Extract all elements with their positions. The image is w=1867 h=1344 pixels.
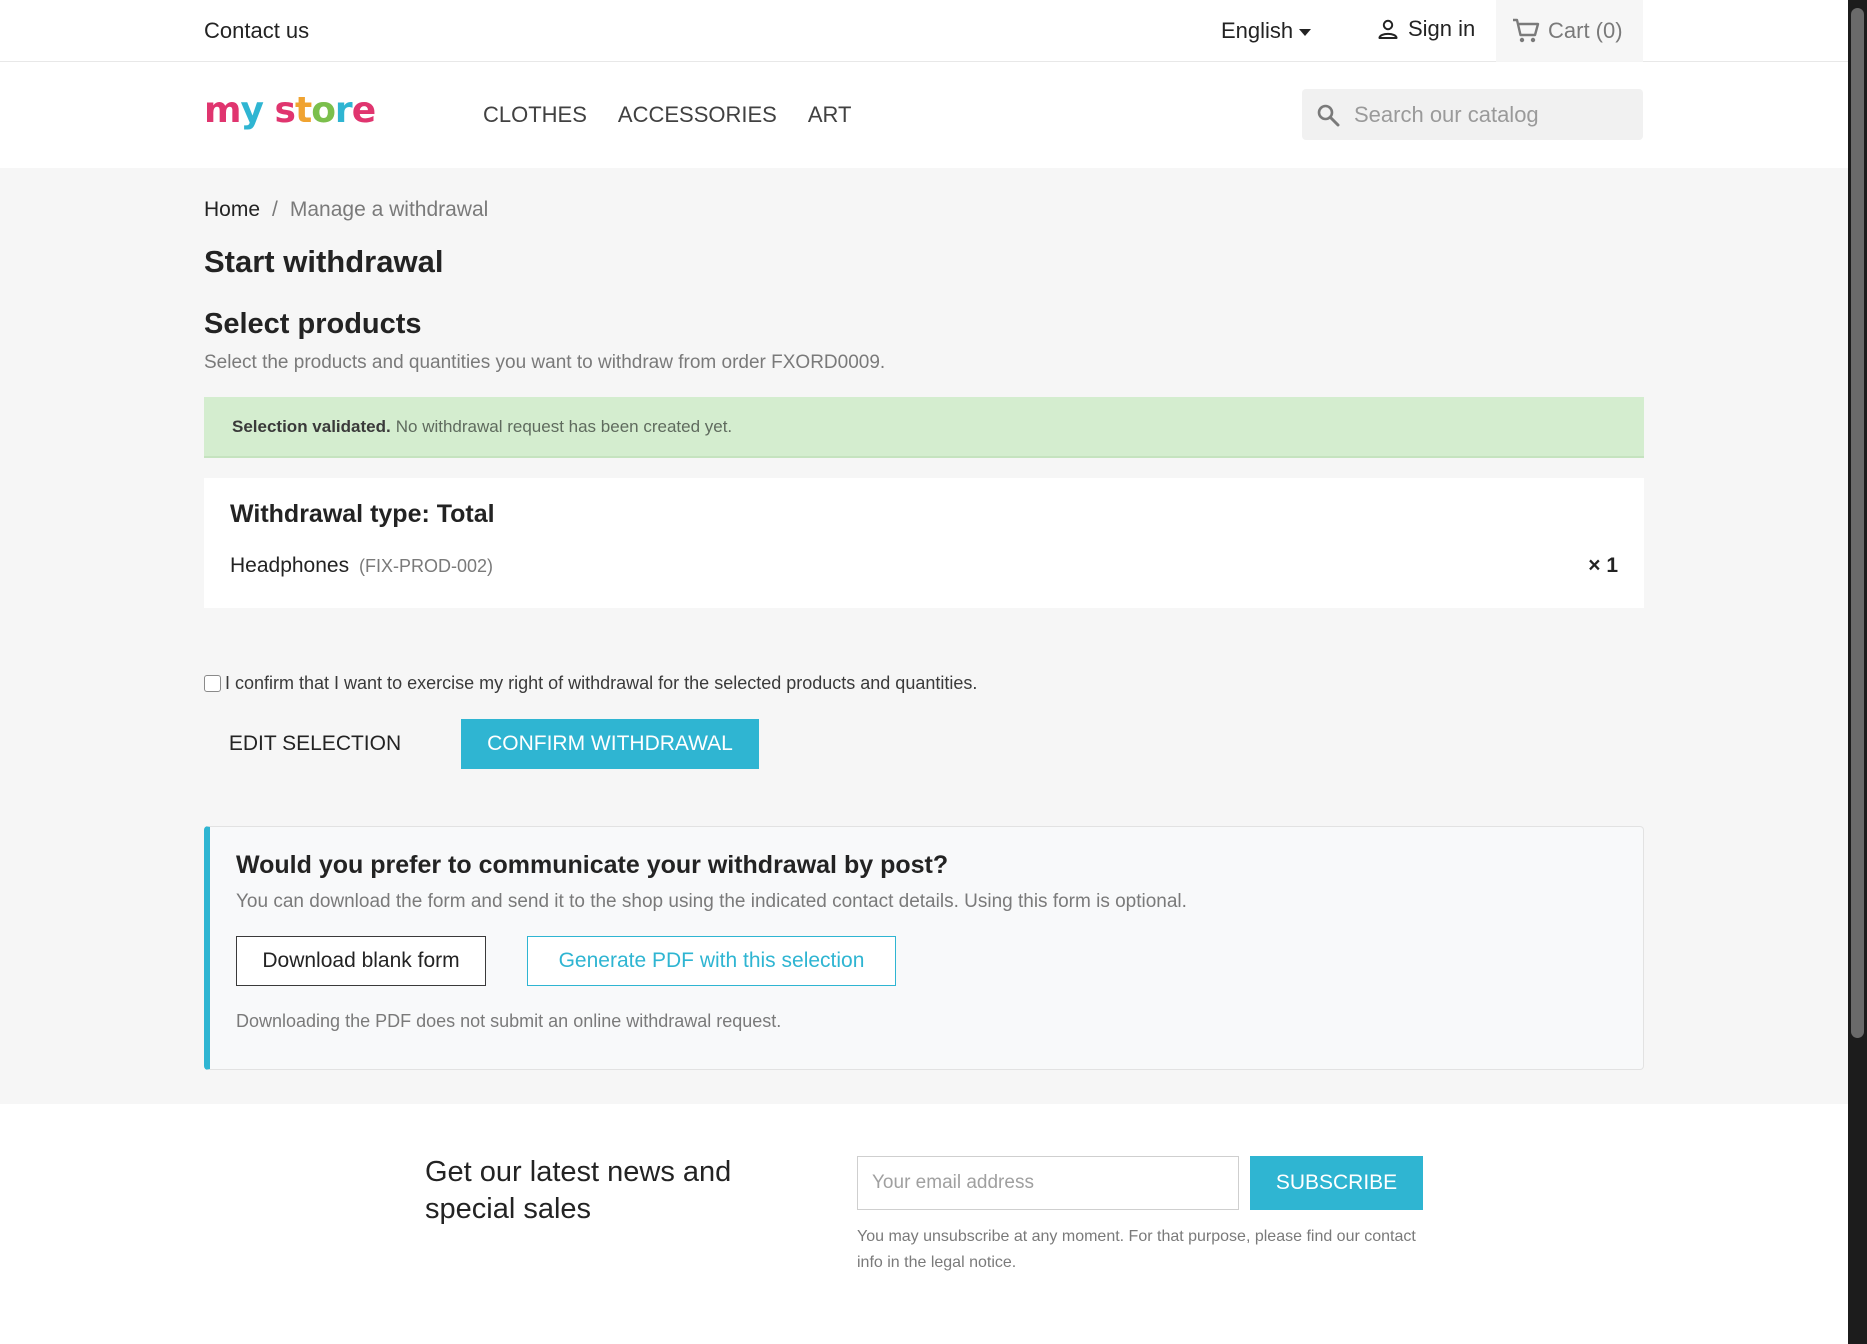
post-title: Would you prefer to communicate your wit… xyxy=(236,851,949,879)
product-name: Headphones xyxy=(230,554,350,577)
section-title: Select products xyxy=(204,308,422,340)
store-logo[interactable]: my store xyxy=(204,90,376,131)
withdrawal-type: Withdrawal type: Total xyxy=(230,500,495,528)
alert-strong: Selection validated. xyxy=(232,416,391,436)
sign-in-link[interactable]: Sign in xyxy=(1376,16,1475,42)
post-withdrawal-card: Would you prefer to communicate your wit… xyxy=(204,826,1644,1070)
search-input[interactable]: Search our catalog xyxy=(1354,102,1539,128)
cart-link[interactable]: Cart (0) xyxy=(1496,0,1643,62)
page-title: Start withdrawal xyxy=(204,244,444,279)
contact-link[interactable]: Contact us xyxy=(204,18,309,44)
product-line: Headphones (FIX-PROD-002) xyxy=(230,554,493,578)
confirm-checkbox-row[interactable]: I confirm that I want to exercise my rig… xyxy=(204,673,977,694)
alert-text: No withdrawal request has been created y… xyxy=(395,416,733,436)
confirm-checkbox[interactable] xyxy=(204,675,221,692)
success-alert: Selection validated. No withdrawal reque… xyxy=(204,397,1644,458)
download-blank-form-button[interactable]: Download blank form xyxy=(236,936,486,986)
withdrawal-summary-card: Withdrawal type: Total Headphones (FIX-P… xyxy=(204,478,1644,608)
page: Contact us English Sign in Cart (0) my s… xyxy=(0,0,1848,1344)
edit-selection-button[interactable]: EDIT SELECTION xyxy=(204,719,426,769)
newsletter-note: You may unsubscribe at any moment. For t… xyxy=(857,1228,1416,1271)
menu-item-art[interactable]: ART xyxy=(808,102,852,128)
main-menu: CLOTHES ACCESSORIES ART xyxy=(483,102,851,128)
scrollbar-thumb[interactable] xyxy=(1851,8,1864,1038)
newsletter-section: Get our latest news and special sales SU… xyxy=(0,1104,1848,1344)
breadcrumb-home[interactable]: Home xyxy=(204,198,260,222)
post-description: You can download the form and send it to… xyxy=(236,891,1187,912)
search-box[interactable]: Search our catalog xyxy=(1302,89,1643,140)
cart-icon xyxy=(1513,18,1540,43)
subscribe-button[interactable]: SUBSCRIBE xyxy=(1250,1156,1423,1210)
breadcrumb-current: Manage a withdrawal xyxy=(289,198,489,221)
cart-label: Cart (0) xyxy=(1548,18,1623,43)
site-header: my store CLOTHES ACCESSORIES ART Search … xyxy=(0,62,1848,168)
top-nav: Contact us English Sign in Cart (0) xyxy=(0,0,1848,62)
confirm-label: I confirm that I want to exercise my rig… xyxy=(225,673,978,693)
generate-pdf-button[interactable]: Generate PDF with this selection xyxy=(527,936,896,986)
newsletter-title: Get our latest news and special sales xyxy=(425,1156,732,1225)
scrollbar[interactable] xyxy=(1848,0,1867,1344)
product-quantity: × 1 xyxy=(1588,554,1618,577)
search-icon xyxy=(1317,104,1340,126)
product-reference: (FIX-PROD-002) xyxy=(358,556,493,576)
caret-down-icon xyxy=(1299,28,1312,36)
language-selector[interactable]: English xyxy=(1221,18,1312,44)
email-input[interactable] xyxy=(857,1156,1239,1210)
sign-in-label: Sign in xyxy=(1408,16,1476,41)
confirm-withdrawal-button[interactable]: CONFIRM WITHDRAWAL xyxy=(461,719,759,769)
breadcrumb: Home / Manage a withdrawal xyxy=(204,198,488,222)
section-subtitle: Select the products and quantities you w… xyxy=(204,352,886,373)
main-content: Home / Manage a withdrawal Start withdra… xyxy=(0,168,1848,1104)
breadcrumb-separator: / xyxy=(272,198,278,221)
language-label: English xyxy=(1221,18,1294,43)
menu-item-accessories[interactable]: ACCESSORIES xyxy=(618,102,777,128)
menu-item-clothes[interactable]: CLOTHES xyxy=(483,102,587,128)
post-note: Downloading the PDF does not submit an o… xyxy=(236,1011,782,1031)
person-icon xyxy=(1378,19,1398,39)
